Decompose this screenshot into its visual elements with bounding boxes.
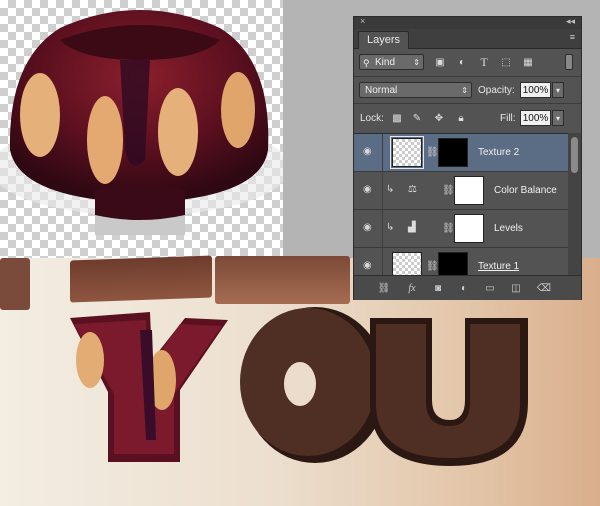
filter-toggle-switch[interactable] <box>565 54 573 70</box>
opacity-input[interactable]: 100% <box>520 82 551 98</box>
tab-layers[interactable]: Layers <box>358 31 410 49</box>
new-layer-icon[interactable]: ◫ <box>508 281 524 295</box>
layers-bottom-toolbar: ⛓︎ fx ◙ ◐ ▭ ◫ ⌫ <box>354 275 581 300</box>
layer-thumbnail[interactable] <box>392 252 422 276</box>
levels-histogram-icon[interactable]: ▟ <box>408 222 416 233</box>
divider <box>382 248 383 276</box>
filter-kind-select[interactable]: ⚲ Kind ⇕ <box>359 54 424 70</box>
chain-link-icon[interactable]: ⛓︎ <box>426 147 439 158</box>
chain-link-icon[interactable]: ⛓︎ <box>426 261 439 272</box>
image-filter-icon[interactable]: ▣ <box>432 54 448 70</box>
layer-row-levels[interactable]: ◉ ↳ ▟ ⛓︎ Levels <box>354 210 568 248</box>
layer-filter-row: ⚲ Kind ⇕ ▣ ◐ T ⬚ ▦ <box>354 51 581 75</box>
link-layers-icon[interactable]: ⛓︎ <box>376 281 392 295</box>
smart-object-filter-icon[interactable]: ▦ <box>520 54 536 70</box>
lock-transparent-pixels-icon[interactable]: ▩ <box>390 111 404 125</box>
layer-list-scrollbar[interactable] <box>568 133 581 275</box>
adjustment-filter-icon[interactable]: ◐ <box>454 54 470 70</box>
layer-name[interactable]: Color Balance <box>494 185 557 196</box>
visibility-eye-icon[interactable]: ◉ <box>363 184 372 195</box>
panel-titlebar[interactable]: × ◂◂ <box>354 16 581 29</box>
mask-thumbnail[interactable] <box>454 176 484 205</box>
lock-image-pixels-brush-icon[interactable]: ✎ <box>410 111 424 125</box>
search-icon: ⚲ <box>363 58 370 68</box>
mask-thumbnail[interactable] <box>438 138 468 167</box>
visibility-eye-icon[interactable]: ◉ <box>363 260 372 271</box>
layer-row-color-balance[interactable]: ◉ ↳ ⚖ ⛓︎ Color Balance <box>354 172 568 210</box>
layer-row-texture-1[interactable]: ◉ ⛓︎ Texture 1 <box>354 248 568 276</box>
you-3d-letters <box>70 307 528 466</box>
visibility-eye-icon[interactable]: ◉ <box>363 222 372 233</box>
layer-name[interactable]: Texture 2 <box>478 147 519 158</box>
layer-name[interactable]: Levels <box>494 223 523 234</box>
bundt-cake-image <box>0 10 283 235</box>
layer-row-texture-2[interactable]: ◉ ⛓︎ Texture 2 <box>354 134 568 172</box>
fill-label: Fill: <box>500 113 516 124</box>
blend-row: Normal ⇕ Opacity: 100% ▾ <box>354 79 581 101</box>
add-mask-icon[interactable]: ◙ <box>430 281 446 295</box>
lock-all-padlock-icon[interactable]: 🔒︎ <box>454 111 468 125</box>
chain-link-icon[interactable]: ⛓︎ <box>442 185 455 196</box>
layer-list[interactable]: ◉ ⛓︎ Texture 2 ◉ ↳ ⚖ ⛓︎ Color Balance ◉ … <box>354 133 568 276</box>
divider <box>354 76 581 77</box>
divider <box>382 172 383 210</box>
fill-input[interactable]: 100% <box>520 110 551 126</box>
opacity-dropdown-icon[interactable]: ▾ <box>552 82 564 98</box>
layer-style-fx-icon[interactable]: fx <box>404 281 420 295</box>
layer-name[interactable]: Texture 1 <box>478 261 519 272</box>
visibility-eye-icon[interactable]: ◉ <box>363 146 372 157</box>
collapse-icon[interactable]: ◂◂ <box>566 16 575 27</box>
panel-menu-icon[interactable]: ≡ <box>570 32 575 42</box>
panel-tab-row: Layers ≡ <box>354 29 581 49</box>
lock-label: Lock: <box>360 113 384 124</box>
new-group-folder-icon[interactable]: ▭ <box>482 281 498 295</box>
layers-panel[interactable]: × ◂◂ Layers ≡ ⚲ Kind ⇕ ▣ ◐ T ⬚ ▦ Normal … <box>353 16 582 300</box>
type-filter-icon[interactable]: T <box>476 54 492 70</box>
stepper-arrows-icon: ⇕ <box>461 86 468 95</box>
blend-mode-value: Normal <box>365 85 398 96</box>
blend-mode-select[interactable]: Normal ⇕ <box>359 82 472 98</box>
mask-thumbnail[interactable] <box>438 252 468 276</box>
shape-filter-icon[interactable]: ⬚ <box>498 54 514 70</box>
opacity-label: Opacity: <box>478 85 515 96</box>
mask-thumbnail[interactable] <box>454 214 484 243</box>
color-balance-scale-icon[interactable]: ⚖ <box>408 184 417 195</box>
delete-layer-trash-icon[interactable]: ⌫ <box>536 281 552 295</box>
scrollbar-thumb[interactable] <box>571 137 578 173</box>
clipping-mask-arrow-icon: ↳ <box>386 222 395 233</box>
divider <box>382 134 383 172</box>
fill-dropdown-icon[interactable]: ▾ <box>552 110 564 126</box>
divider <box>382 210 383 248</box>
divider <box>354 103 581 104</box>
clipping-mask-arrow-icon: ↳ <box>386 184 395 195</box>
filter-kind-value: Kind <box>375 57 396 68</box>
chain-link-icon[interactable]: ⛓︎ <box>442 223 455 234</box>
layer-thumbnail[interactable] <box>390 136 424 169</box>
lock-row: Lock: ▩ ✎ ✥ 🔒︎ Fill: 100% ▾ <box>354 107 581 129</box>
stepper-arrows-icon: ⇕ <box>413 58 420 67</box>
close-icon[interactable]: × <box>360 16 365 26</box>
new-adjustment-layer-icon[interactable]: ◐ <box>456 281 472 295</box>
lock-position-move-icon[interactable]: ✥ <box>432 111 446 125</box>
